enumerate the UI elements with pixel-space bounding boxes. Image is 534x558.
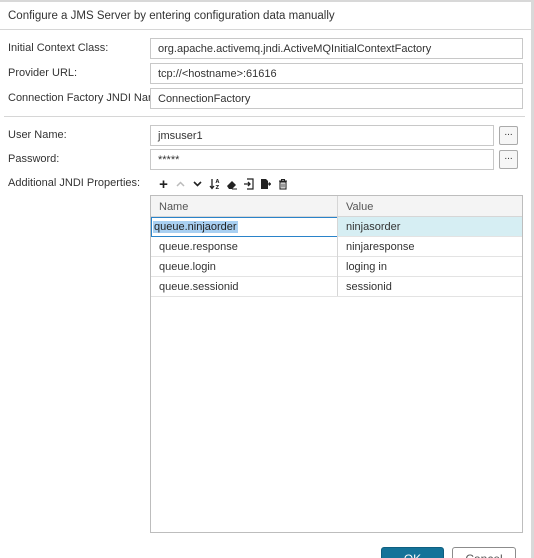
name-cell[interactable]: queue.response	[159, 241, 238, 253]
export-icon[interactable]	[257, 177, 274, 191]
name-cell[interactable]: queue.login	[159, 261, 216, 273]
provider-url-input[interactable]: tcp://<hostname>:61616	[150, 63, 523, 84]
delete-icon[interactable]	[274, 177, 291, 191]
value-cell[interactable]: ninjaresponse	[346, 241, 415, 253]
initial-context-label: Initial Context Class:	[8, 42, 109, 54]
add-icon[interactable]: +	[155, 176, 172, 193]
jndi-name-label: Connection Factory JNDI Name:	[8, 92, 167, 104]
username-input[interactable]: jmsuser1	[150, 125, 494, 146]
cancel-button[interactable]: Cancel	[452, 547, 516, 558]
password-input[interactable]: *****	[150, 149, 494, 170]
password-label: Password:	[8, 153, 60, 165]
name-column-header[interactable]: Name	[159, 201, 188, 213]
sort-icon[interactable]: AZ	[206, 177, 223, 191]
password-browse-button[interactable]: ...	[499, 150, 518, 169]
properties-toolbar: + AZ	[155, 176, 291, 193]
username-browse-button[interactable]: ...	[499, 126, 518, 145]
move-down-icon[interactable]	[189, 177, 206, 191]
ok-button[interactable]: OK	[381, 547, 444, 558]
column-divider[interactable]	[337, 196, 338, 296]
value-cell[interactable]: ninjasorder	[346, 221, 400, 233]
initial-context-input[interactable]: org.apache.activemq.jndi.ActiveMQInitial…	[150, 38, 523, 59]
name-cell[interactable]: queue.sessionid	[159, 281, 239, 293]
svg-text:Z: Z	[215, 185, 219, 190]
jndi-properties-label: Additional JNDI Properties:	[8, 177, 141, 189]
move-up-icon[interactable]	[172, 177, 189, 191]
window-top-border	[0, 0, 534, 2]
value-cell[interactable]: sessionid	[346, 281, 392, 293]
dialog-title: Configure a JMS Server by entering confi…	[8, 10, 335, 22]
name-cell-selected-text: queue.ninjaorder	[153, 221, 238, 233]
provider-url-label: Provider URL:	[8, 67, 78, 79]
username-label: User Name:	[8, 129, 67, 141]
import-icon[interactable]	[240, 177, 257, 191]
jms-config-dialog: Configure a JMS Server by entering confi…	[0, 0, 534, 558]
value-column-header[interactable]: Value	[346, 201, 373, 213]
eraser-icon[interactable]	[223, 177, 240, 191]
title-divider	[0, 29, 531, 30]
name-cell-editor[interactable]: queue.ninjaorder	[151, 217, 338, 237]
jndi-properties-table: Name Value queue.ninjaorder ninjasorder …	[150, 195, 523, 533]
jndi-name-input[interactable]: ConnectionFactory	[150, 88, 523, 109]
value-cell[interactable]: loging in	[346, 261, 387, 273]
section-divider	[4, 116, 525, 117]
